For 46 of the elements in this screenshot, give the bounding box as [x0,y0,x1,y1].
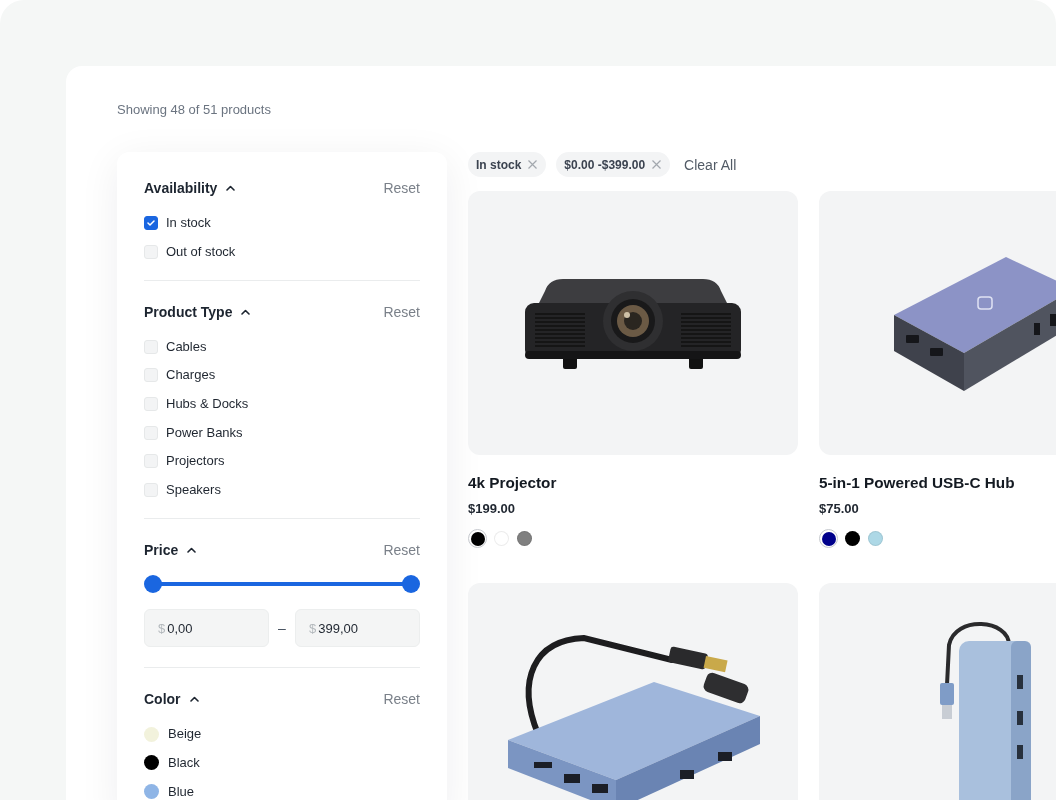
close-icon[interactable] [652,160,662,169]
reset-button[interactable]: Reset [383,178,420,198]
reset-button[interactable]: Reset [383,301,420,322]
slider-thumb[interactable] [144,575,162,594]
slider-thumb[interactable] [402,575,420,594]
product-price: $75.00 [819,501,859,517]
range-separator: – [278,620,286,637]
product-image[interactable] [819,191,1056,455]
results-count: Showing 48 of 51 products [117,102,271,118]
option-label[interactable]: Speakers [166,482,221,499]
product-title[interactable]: 4k Projector [468,473,557,493]
color-label[interactable]: Black [168,754,200,771]
filter-section-toggle[interactable]: Price [144,540,197,561]
option-label[interactable]: Hubs & Docks [166,396,249,413]
product-price: $199.00 [468,501,515,517]
color-swatch-icon[interactable] [144,784,159,799]
price-max-field[interactable]: $399,00 [295,609,420,648]
option-label[interactable]: Projectors [166,453,225,470]
filter-section-toggle[interactable]: Color [144,689,199,710]
filter-section-toggle[interactable]: Availability [144,178,236,198]
color-label[interactable]: Beige [168,726,202,743]
option-label[interactable]: Charges [166,367,216,384]
option-label[interactable]: Cables [166,338,207,355]
checkmark-icon [147,220,155,226]
close-icon[interactable] [528,160,538,169]
color-swatch-icon[interactable] [868,531,883,546]
product-image[interactable] [468,583,798,800]
price-slider-track[interactable] [144,575,420,594]
option-label[interactable]: Out of stock [166,243,236,260]
reset-button[interactable]: Reset [383,689,420,710]
filter-section-toggle[interactable]: Product Type [144,301,251,322]
option-label[interactable]: Power Banks [166,424,243,441]
price-min-field[interactable]: $0,00 [144,609,269,648]
product-image[interactable] [468,191,798,455]
checkbox[interactable] [144,216,158,230]
product-title[interactable]: 5-in-1 Powered USB-C Hub [819,473,1015,493]
color-swatch-icon[interactable] [844,531,860,546]
color-swatch-icon[interactable] [144,726,159,742]
option-label[interactable]: In stock [166,215,211,231]
reset-button[interactable]: Reset [383,540,420,561]
filter-chip[interactable]: In stock [468,152,547,177]
clear-all-link[interactable]: Clear All [684,155,737,174]
color-swatch-icon[interactable] [517,531,532,546]
color-swatch-icon[interactable] [144,755,159,771]
color-label[interactable]: Blue [168,783,195,800]
filter-chip[interactable]: $0.00 -$399.00 [556,152,671,177]
